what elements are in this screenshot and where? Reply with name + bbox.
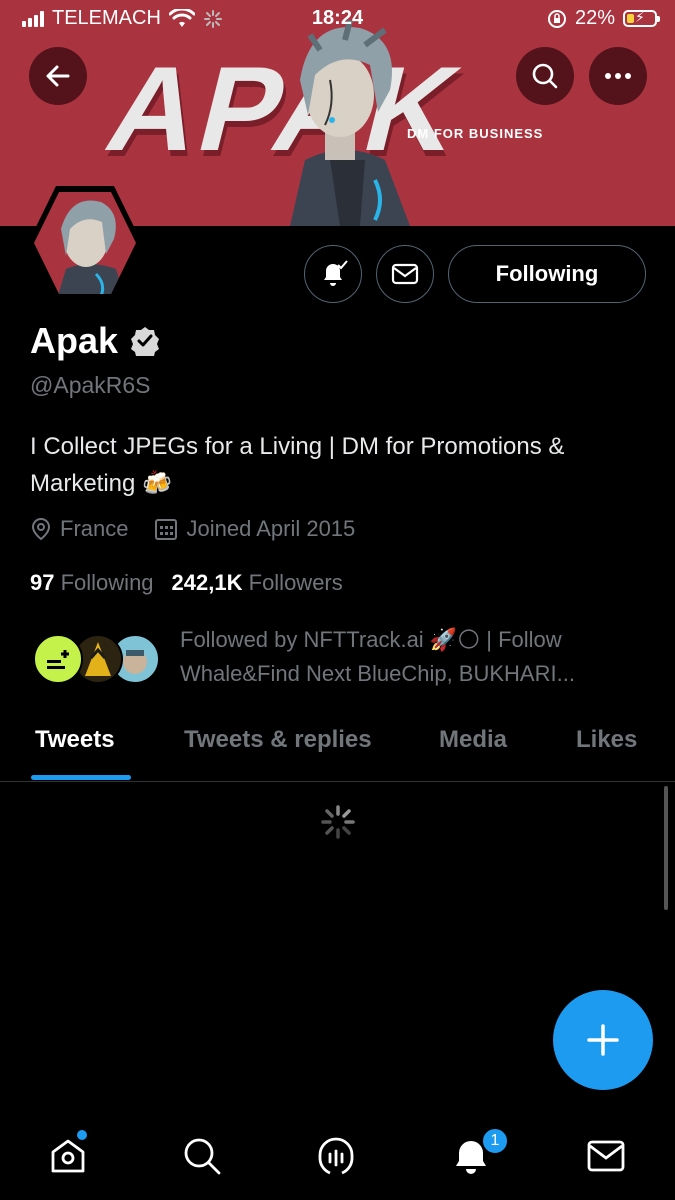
joined-item: Joined April 2015 xyxy=(154,516,355,542)
battery-icon: ⚡ xyxy=(623,9,660,27)
following-label: Following xyxy=(60,570,154,595)
display-name: Apak xyxy=(30,320,119,361)
scrollbar[interactable] xyxy=(664,786,668,910)
tab-tweets[interactable]: Tweets xyxy=(35,726,115,754)
battery-percent: 22% xyxy=(574,7,615,29)
more-button[interactable] xyxy=(589,47,647,105)
home-icon xyxy=(51,1139,85,1173)
calendar-icon xyxy=(155,519,178,540)
following-count: 97 xyxy=(30,570,55,595)
status-right: 22% ⚡ xyxy=(547,7,660,30)
follow-counts: 97 Following 242,1K Followers xyxy=(30,570,343,596)
profile-handle: @ApakR6S xyxy=(30,372,151,398)
rotation-lock-icon xyxy=(547,9,566,28)
arrow-left-icon xyxy=(46,65,70,87)
mutual-avatar-1-image xyxy=(47,650,69,669)
nav-spaces[interactable] xyxy=(314,1134,358,1178)
mutual-avatar-1[interactable] xyxy=(33,634,83,684)
following-button[interactable]: Following xyxy=(448,245,646,303)
verified-badge-icon xyxy=(131,327,160,356)
compose-tweet-button[interactable] xyxy=(553,990,653,1090)
profile-meta: France Joined April 2015 xyxy=(30,516,381,542)
profile-name-row: Apak xyxy=(30,320,160,362)
plus-icon xyxy=(587,1024,619,1056)
tab-media[interactable]: Media xyxy=(439,726,507,754)
joined-text: Joined April 2015 xyxy=(186,516,356,541)
search-icon xyxy=(184,1138,221,1175)
mail-icon xyxy=(587,1140,625,1172)
search-icon xyxy=(532,63,558,89)
location-pin-icon xyxy=(31,517,51,541)
message-button[interactable] xyxy=(376,245,434,303)
followers-label: Followers xyxy=(248,570,343,595)
mail-icon xyxy=(391,263,419,285)
following-count-link[interactable]: 97 Following xyxy=(30,570,154,596)
nav-search[interactable] xyxy=(180,1134,224,1178)
profile-bio: I Collect JPEGs for a Living | DM for Pr… xyxy=(30,433,565,497)
tab-tweets-replies[interactable]: Tweets & replies xyxy=(184,726,372,754)
location-item: France xyxy=(30,516,128,542)
nav-home[interactable] xyxy=(46,1134,90,1178)
status-bar: TELEMACH 18:24 22% ⚡ xyxy=(0,0,675,38)
active-tab-indicator xyxy=(31,775,131,780)
tab-likes[interactable]: Likes xyxy=(576,726,637,754)
profile-tabs: Tweets Tweets & replies Media Likes xyxy=(0,716,675,782)
banner-tagline: DM FOR BUSINESS xyxy=(407,126,544,141)
notifications-toggle-button[interactable] xyxy=(304,245,362,303)
back-button[interactable] xyxy=(29,47,87,105)
bell-check-icon xyxy=(324,260,348,286)
location-text: France xyxy=(60,516,129,541)
profile-avatar[interactable] xyxy=(26,184,144,302)
followed-by-text[interactable]: Followed by NFTTrack.ai 🚀🌕 | Follow Whal… xyxy=(180,623,640,691)
banner-character-illustration xyxy=(290,20,410,226)
more-horizontal-icon xyxy=(605,73,631,79)
nav-messages[interactable] xyxy=(584,1134,628,1178)
home-unread-dot xyxy=(77,1130,87,1140)
search-button[interactable] xyxy=(516,47,574,105)
spaces-icon xyxy=(318,1137,354,1175)
loading-spinner-icon xyxy=(321,805,355,839)
notifications-badge: 1 xyxy=(481,1127,509,1155)
followers-count-link[interactable]: 242,1K Followers xyxy=(172,570,343,596)
followers-count: 242,1K xyxy=(171,570,243,595)
